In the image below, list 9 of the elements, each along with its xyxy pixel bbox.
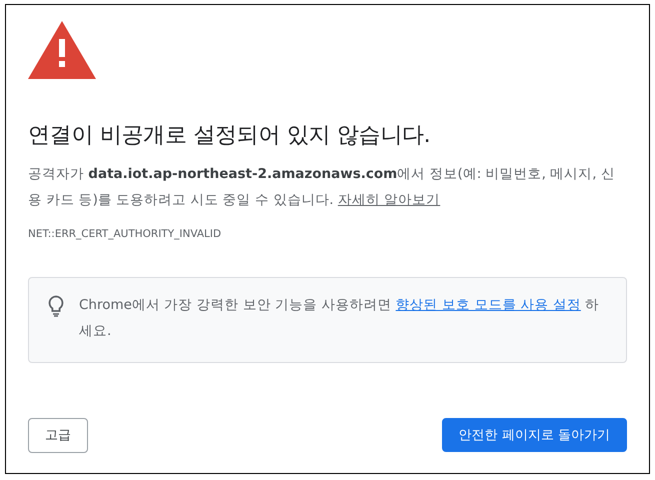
error-code: NET::ERR_CERT_AUTHORITY_INVALID: [28, 227, 222, 242]
enhanced-protection-link[interactable]: 향상된 보호 모드를 사용 설정: [396, 297, 581, 314]
error-heading: 연결이 비공개로 설정되어 있지 않습니다.: [28, 123, 432, 150]
advanced-button[interactable]: 고급: [28, 418, 88, 453]
lightbulb-icon: [47, 295, 65, 318]
tip-text: Chrome에서 가장 강력한 보안 기능을 사용하려면 향상된 보호 모드를 사용 설정 하세요.: [79, 296, 600, 342]
learn-more-link[interactable]: 자세히 알아보기: [338, 192, 440, 208]
back-to-safety-button[interactable]: 안전한 페이지로 돌아가기: [442, 418, 627, 452]
error-description: 공격자가 data.iot.ap-northeast-2.amazonaws.com에서 정보(예: 비밀번호, 메시지, 신용 카드 등)를 도용하려고 시도 중일 수 있습니다. 자세히 알아보기: [28, 165, 616, 210]
